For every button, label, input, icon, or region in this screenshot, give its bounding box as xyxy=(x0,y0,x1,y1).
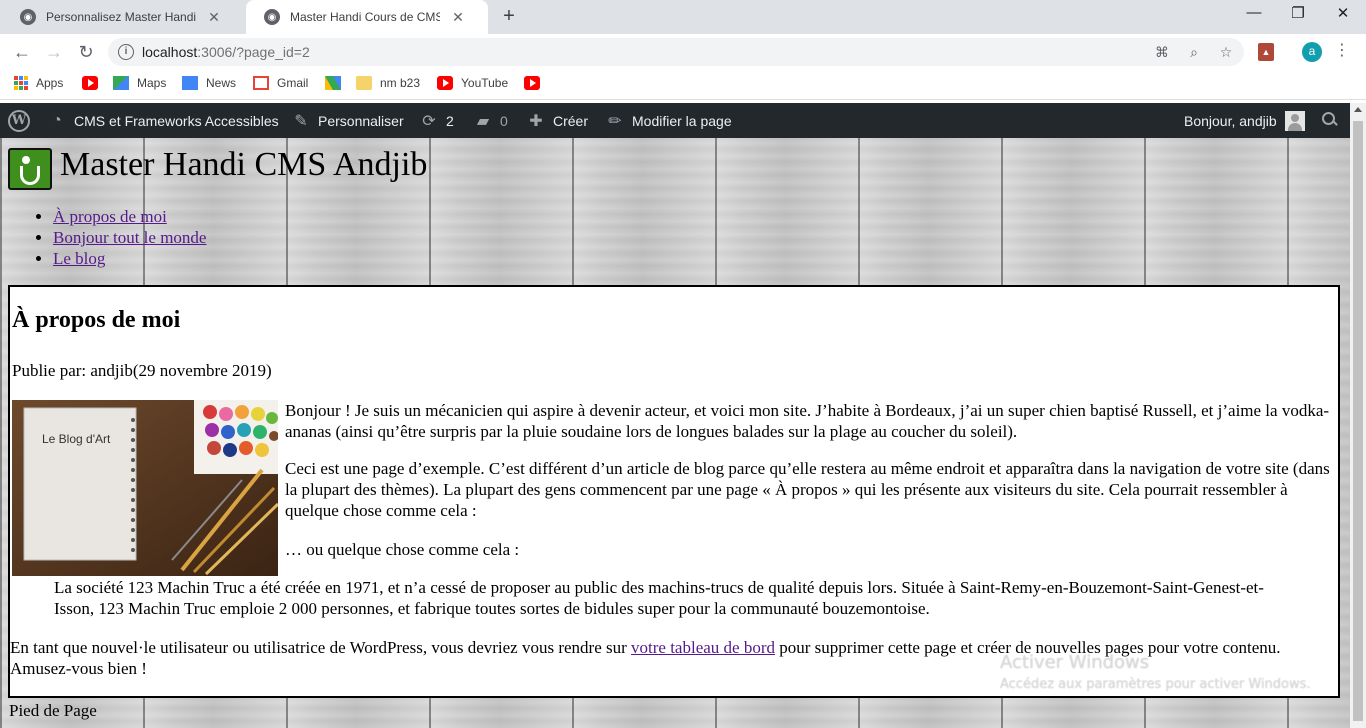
folder-icon xyxy=(356,76,372,90)
page-scrollbar[interactable] xyxy=(1350,103,1366,728)
site-logo-icon[interactable] xyxy=(8,148,52,190)
customize-link[interactable]: ✎ Personnaliser xyxy=(292,103,403,138)
plus-icon: ✚ xyxy=(529,112,543,130)
paragraph-or: … ou quelque chose comme cela : xyxy=(285,540,520,559)
scrollbar-thumb[interactable] xyxy=(1353,121,1363,721)
blockquote: La société 123 Machin Truc a été créée e… xyxy=(54,578,1264,618)
wordpress-logo-icon: W xyxy=(8,109,30,132)
site-name-link[interactable]: ◔ CMS et Frameworks Accessibles xyxy=(48,103,278,138)
scroll-up-arrow-icon[interactable] xyxy=(1354,107,1362,112)
nav-item-hello: Bonjour tout le monde xyxy=(53,227,206,248)
info-icon[interactable]: i xyxy=(118,44,134,60)
globe-icon: ◉ xyxy=(20,9,36,25)
tab-title: Personnalisez Master Handi Cours de CMS xyxy=(46,10,196,24)
comment-bubble-icon: ▰ xyxy=(476,112,490,130)
article-image: Le Blog d'Art xyxy=(12,400,278,576)
paragraph-example: Ceci est une page d’exemple. C’est diffé… xyxy=(285,459,1330,520)
new-tab-button[interactable]: + xyxy=(498,6,520,28)
close-window-button[interactable]: ✕ xyxy=(1333,4,1353,22)
bookmark-maps[interactable]: Maps xyxy=(113,76,166,90)
dashboard-link[interactable]: votre tableau de bord xyxy=(631,638,775,657)
article: À propos de moi Publie par: andjib(29 no… xyxy=(8,285,1340,698)
search-icon[interactable] xyxy=(1322,112,1338,128)
tab-title: Master Handi Cours de CMS xyxy=(290,10,440,24)
forward-arrow-icon[interactable]: → xyxy=(44,42,64,62)
dashboard-gauge-icon: ◔ xyxy=(52,111,62,129)
wordpress-logo-button[interactable]: W xyxy=(8,103,30,138)
bookmark-news[interactable]: News xyxy=(182,76,236,90)
drive-icon xyxy=(325,76,341,90)
gmail-icon xyxy=(253,76,269,90)
youtube-icon xyxy=(437,76,453,90)
paintbrush-icon: ✎ xyxy=(294,112,308,130)
youtube-icon xyxy=(524,76,540,90)
browser-toolbar: ← → ↻ i localhost:3006/?page_id=2 ⌘ ⌕ ☆ … xyxy=(0,34,1366,70)
globe-icon: ◉ xyxy=(264,9,280,25)
create-new-link[interactable]: ✚ Créer xyxy=(527,103,588,138)
reload-icon[interactable]: ↻ xyxy=(76,42,96,62)
maps-icon xyxy=(113,76,129,90)
bookmark-drive[interactable] xyxy=(325,76,349,90)
address-bar[interactable]: i localhost:3006/?page_id=2 ⌘ ⌕ ☆ xyxy=(108,38,1244,66)
maximize-button[interactable]: ❐ xyxy=(1288,4,1308,22)
bookmarks-bar: Apps Maps News Gmail nm b23 YouTube xyxy=(0,70,1366,100)
comments-link[interactable]: ▰ 0 xyxy=(474,103,508,138)
user-avatar-icon xyxy=(1284,110,1305,131)
close-tab-icon[interactable]: ✕ xyxy=(206,9,222,26)
tab-customize[interactable]: ◉ Personnalisez Master Handi Cours de CM… xyxy=(2,0,246,34)
bookmark-nm-b23[interactable]: nm b23 xyxy=(356,76,420,90)
url-text[interactable]: localhost:3006/?page_id=2 xyxy=(142,44,310,60)
article-image-label: Le Blog d'Art xyxy=(42,432,111,446)
windows-activation-title: Activer Windows xyxy=(1000,652,1150,673)
profile-avatar[interactable]: a xyxy=(1302,42,1322,62)
bookmark-star-icon[interactable]: ☆ xyxy=(1218,44,1234,61)
page-body: Master Handi CMS Andjib À propos de moi … xyxy=(0,138,1350,728)
wp-admin-bar: W ◔ CMS et Frameworks Accessibles ✎ Pers… xyxy=(0,103,1366,138)
updates-link[interactable]: ⟳ 2 xyxy=(420,103,454,138)
windows-activation-subtitle: Accédez aux paramètres pour activer Wind… xyxy=(1000,677,1311,692)
bookmark-apps[interactable]: Apps xyxy=(14,76,63,90)
youtube-icon xyxy=(82,76,98,90)
translate-icon[interactable]: ⌘ xyxy=(1154,44,1170,61)
nav-item-about: À propos de moi xyxy=(53,206,206,227)
menu-dots-icon[interactable]: ⋮ xyxy=(1334,41,1350,61)
nav-link-about[interactable]: À propos de moi xyxy=(53,207,167,226)
updates-icon: ⟳ xyxy=(422,112,436,130)
pdf-extension-icon[interactable]: ▲ xyxy=(1258,43,1274,61)
nav-link-hello[interactable]: Bonjour tout le monde xyxy=(53,228,206,247)
tab-strip: ◉ Personnalisez Master Handi Cours de CM… xyxy=(0,0,1366,34)
bookmark-youtube-1[interactable] xyxy=(82,76,106,90)
minimize-button[interactable]: — xyxy=(1244,4,1264,21)
article-meta: Publie par: andjib(29 novembre 2019) xyxy=(12,361,272,380)
tab-current[interactable]: ◉ Master Handi Cours de CMS ✕ xyxy=(246,0,488,34)
bookmark-youtube-2[interactable]: YouTube xyxy=(437,76,508,90)
zoom-icon[interactable]: ⌕ xyxy=(1186,44,1202,61)
back-arrow-icon[interactable]: ← xyxy=(12,42,32,62)
edit-page-link[interactable]: ✏ Modifier la page xyxy=(606,103,731,138)
article-title: À propos de moi xyxy=(12,307,181,333)
site-title: Master Handi CMS Andjib xyxy=(60,146,428,183)
pencil-icon: ✏ xyxy=(608,112,622,130)
bookmark-youtube-3[interactable] xyxy=(524,76,548,90)
nav-item-blog: Le blog xyxy=(53,248,206,269)
site-navigation: À propos de moi Bonjour tout le monde Le… xyxy=(32,206,206,269)
user-account-menu[interactable]: Bonjour, andjib xyxy=(1184,103,1305,138)
bookmark-gmail[interactable]: Gmail xyxy=(253,76,308,90)
nav-link-blog[interactable]: Le blog xyxy=(53,249,105,268)
paragraph-intro: Bonjour ! Je suis un mécanicien qui aspi… xyxy=(285,401,1330,441)
page-footer: Pied de Page xyxy=(9,701,97,720)
apps-grid-icon xyxy=(14,76,28,90)
close-tab-icon[interactable]: ✕ xyxy=(450,9,466,26)
news-icon xyxy=(182,76,198,90)
